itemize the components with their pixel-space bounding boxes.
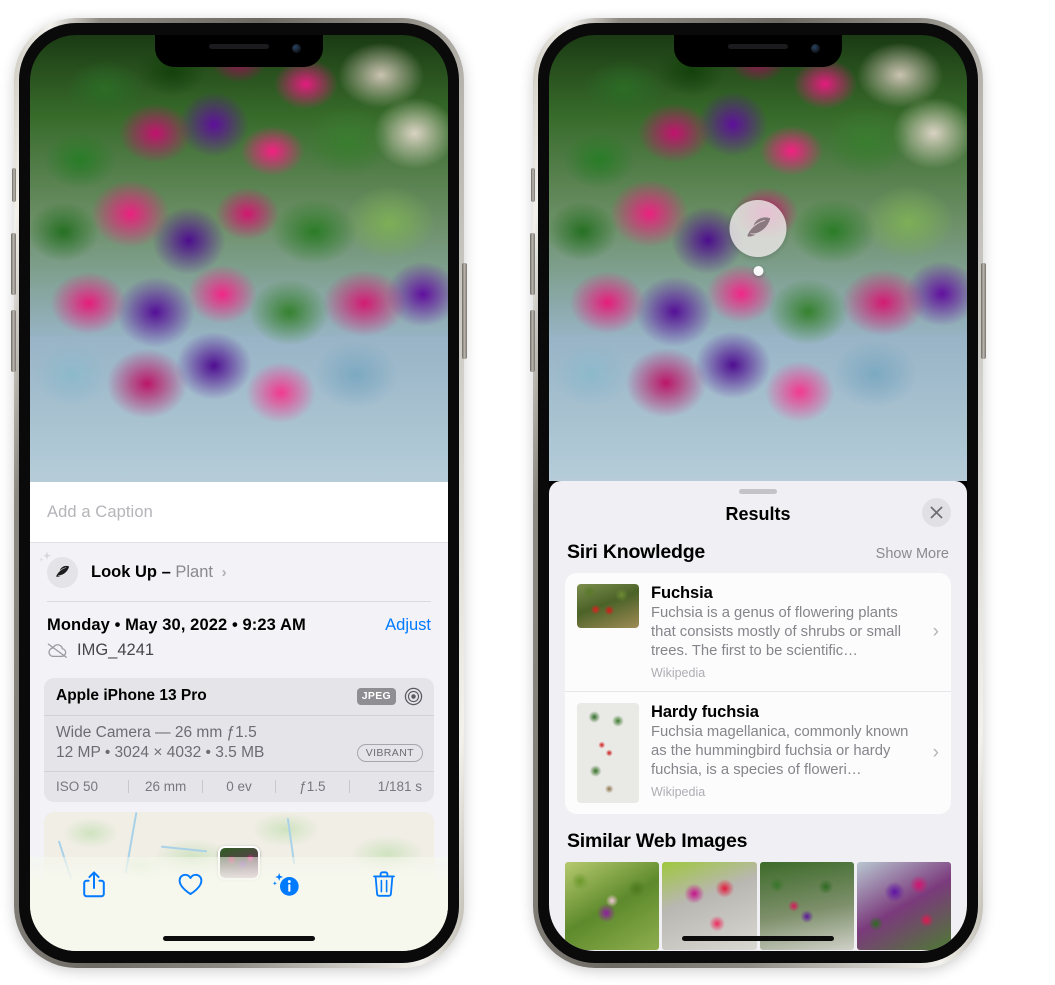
favorite-button[interactable] — [177, 869, 205, 899]
leaf-icon[interactable] — [729, 200, 787, 257]
exif-exposure-value: 0 ev — [226, 778, 252, 794]
look-up-row[interactable]: Look Up – Plant › — [30, 543, 448, 601]
photo-viewer[interactable] — [30, 35, 448, 482]
heart-icon — [178, 873, 203, 895]
front-camera — [292, 44, 301, 53]
earpiece-speaker — [728, 44, 788, 49]
photo-detail-screen: Add a Caption Look Up – Plant › Monday •… — [30, 35, 448, 951]
exif-shutter-speed: 1/181 s — [377, 778, 423, 794]
result-title: Fuchsia — [651, 584, 713, 602]
power-button[interactable] — [981, 263, 986, 359]
close-icon — [930, 506, 943, 519]
camera-model: Apple iPhone 13 Pro — [56, 687, 207, 704]
home-indicator[interactable] — [163, 936, 315, 941]
list-item[interactable]: Fuchsia Fuchsia is a genus of flowering … — [565, 573, 951, 691]
similar-web-images-header: Similar Web Images — [549, 814, 967, 862]
device-bezel: Add a Caption Look Up – Plant › Monday •… — [19, 23, 459, 963]
volume-up-button[interactable] — [11, 233, 16, 295]
metadata-block: Monday • May 30, 2022 • 9:23 AM Adjust I… — [30, 602, 448, 670]
chevron-right-icon: › — [932, 620, 939, 642]
look-up-label: Look Up – Plant › — [91, 563, 227, 582]
info-button[interactable] — [273, 869, 301, 899]
photo-info-sheet: Add a Caption Look Up – Plant › Monday •… — [30, 482, 448, 951]
section-title: Siri Knowledge — [567, 541, 706, 563]
leaf-icon — [39, 551, 78, 588]
photo-datetime: Monday • May 30, 2022 • 9:23 AM — [47, 615, 306, 634]
exif-row: ISO 50 26 mm 0 ev ƒ1.5 1/181 s — [44, 772, 434, 802]
result-thumbnail — [577, 584, 639, 628]
siri-knowledge-header: Siri Knowledge Show More — [549, 541, 967, 573]
show-more-button[interactable]: Show More — [876, 546, 949, 562]
section-title: Similar Web Images — [567, 829, 748, 852]
leaf-glyph — [746, 216, 770, 237]
list-item[interactable]: Hardy fuchsia Fuchsia magellanica, commo… — [565, 690, 951, 814]
iphone-right-device: Results Siri Knowledge Show More Fuchsia… — [530, 18, 986, 968]
photo-filename: IMG_4241 — [77, 640, 155, 659]
result-source: Wikipedia — [651, 665, 706, 680]
fuchsia-photo — [30, 35, 448, 482]
page-title: Results — [725, 504, 791, 524]
device-notch — [674, 35, 842, 67]
format-badge: JPEG — [356, 687, 396, 705]
close-button[interactable] — [922, 498, 951, 527]
mute-switch[interactable] — [531, 168, 535, 202]
trash-icon — [372, 871, 395, 897]
camera-info-card[interactable]: Apple iPhone 13 Pro JPEG Wide Camera — 2… — [44, 677, 434, 802]
web-image-thumbnail[interactable] — [856, 861, 951, 950]
cloud-slash-icon — [47, 642, 67, 658]
camera-lens: Wide Camera — 26 mm ƒ1.5 — [56, 723, 257, 741]
power-button[interactable] — [462, 263, 467, 359]
look-up-title: Look Up – — [91, 563, 171, 581]
sparkle-icon — [39, 551, 51, 562]
info-sparkle-icon — [273, 872, 299, 896]
earpiece-speaker — [209, 44, 269, 49]
result-source: Wikipedia — [651, 784, 706, 799]
chevron-right-icon: › — [932, 741, 939, 763]
badge-anchor-dot — [753, 266, 763, 276]
volume-down-button[interactable] — [530, 310, 535, 372]
home-indicator[interactable] — [682, 936, 834, 941]
photographic-style-badge: VIBRANT — [356, 743, 423, 762]
caption-input[interactable]: Add a Caption — [47, 503, 431, 522]
caption-field-row[interactable]: Add a Caption — [30, 482, 448, 543]
results-sheet: Results Siri Knowledge Show More Fuchsia… — [549, 481, 967, 951]
visual-look-up-results-screen: Results Siri Knowledge Show More Fuchsia… — [549, 35, 967, 951]
siri-knowledge-card: Fuchsia Fuchsia is a genus of flowering … — [565, 573, 951, 814]
iphone-left-device: Add a Caption Look Up – Plant › Monday •… — [11, 18, 467, 968]
web-image-thumbnail[interactable] — [565, 861, 660, 950]
results-header: Results — [549, 494, 967, 541]
exif-focal-length: 26 mm — [144, 778, 187, 794]
exif-aperture: ƒ1.5 — [299, 778, 326, 794]
result-title: Hardy fuchsia — [651, 702, 759, 721]
photo-toolbar — [30, 861, 448, 907]
look-up-subject: Plant — [175, 563, 213, 581]
leaf-glyph — [56, 565, 70, 577]
share-button[interactable] — [80, 869, 108, 899]
device-bezel: Results Siri Knowledge Show More Fuchsia… — [538, 23, 978, 963]
chevron-right-icon: › — [221, 564, 227, 581]
visual-look-up-badge[interactable] — [729, 200, 787, 276]
share-icon — [83, 871, 106, 897]
result-description: Fuchsia magellanica, commonly known as t… — [651, 723, 909, 778]
front-camera — [811, 44, 820, 53]
exif-iso: ISO 50 — [56, 778, 99, 794]
result-description: Fuchsia is a genus of flowering plants t… — [651, 605, 901, 659]
result-thumbnail — [577, 702, 639, 803]
volume-down-button[interactable] — [11, 310, 16, 372]
mute-switch[interactable] — [12, 168, 16, 202]
device-notch — [155, 35, 323, 67]
volume-up-button[interactable] — [530, 233, 535, 295]
aperture-icon — [404, 687, 423, 705]
delete-button[interactable] — [370, 869, 398, 899]
adjust-button[interactable]: Adjust — [385, 616, 431, 635]
